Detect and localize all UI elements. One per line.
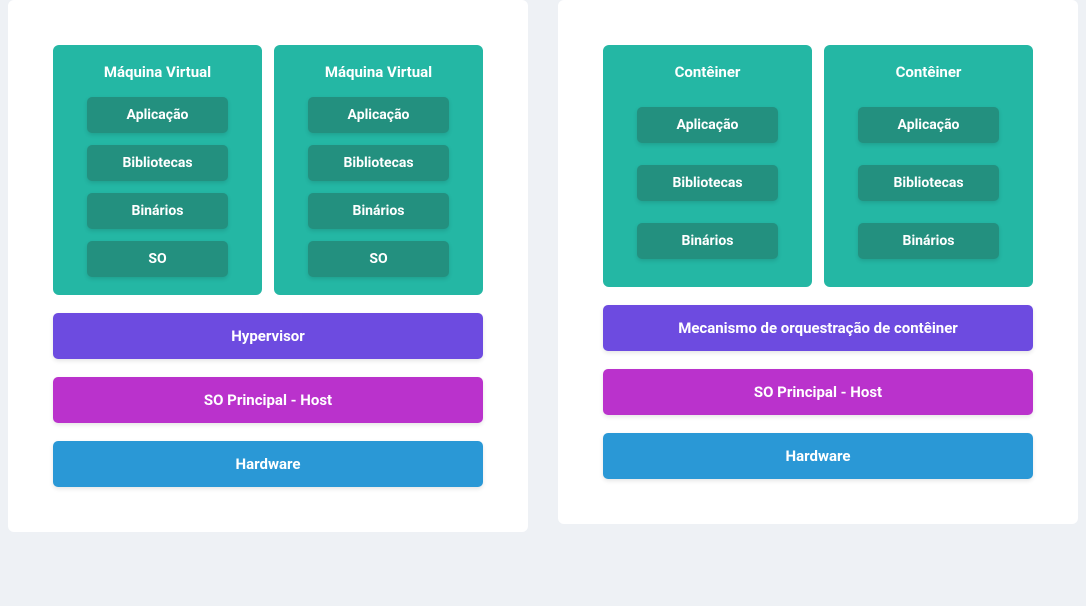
vm-box-1-title: Máquina Virtual [104, 63, 211, 81]
container-host-os-layer: SO Principal - Host [603, 369, 1033, 415]
container-box-2: Contêiner Aplicação Bibliotecas Binários [824, 45, 1033, 287]
vm-box-row: Máquina Virtual Aplicação Bibliotecas Bi… [53, 45, 483, 295]
container-panel: Contêiner Aplicação Bibliotecas Binários… [558, 0, 1078, 524]
hypervisor-layer: Hypervisor [53, 313, 483, 359]
container-hardware-layer: Hardware [603, 433, 1033, 479]
vm-box-2-bins: Binários [308, 193, 449, 229]
container-box-1-bins: Binários [637, 223, 778, 259]
orchestration-layer: Mecanismo de orquestração de contêiner [603, 305, 1033, 351]
container-box-2-app: Aplicação [858, 107, 999, 143]
container-box-2-title: Contêiner [896, 63, 962, 81]
vm-box-2: Máquina Virtual Aplicação Bibliotecas Bi… [274, 45, 483, 295]
vm-box-2-libs: Bibliotecas [308, 145, 449, 181]
vm-box-1-os: SO [87, 241, 228, 277]
container-box-1-libs: Bibliotecas [637, 165, 778, 201]
container-box-1: Contêiner Aplicação Bibliotecas Binários [603, 45, 812, 287]
vm-box-1: Máquina Virtual Aplicação Bibliotecas Bi… [53, 45, 262, 295]
vm-box-1-libs: Bibliotecas [87, 145, 228, 181]
vm-box-2-title: Máquina Virtual [325, 63, 432, 81]
vm-box-1-bins: Binários [87, 193, 228, 229]
vm-box-1-app: Aplicação [87, 97, 228, 133]
container-box-2-bins: Binários [858, 223, 999, 259]
container-box-1-title: Contêiner [675, 63, 741, 81]
vm-box-2-app: Aplicação [308, 97, 449, 133]
container-box-2-libs: Bibliotecas [858, 165, 999, 201]
vm-panel: Máquina Virtual Aplicação Bibliotecas Bi… [8, 0, 528, 532]
vm-hardware-layer: Hardware [53, 441, 483, 487]
vm-host-os-layer: SO Principal - Host [53, 377, 483, 423]
container-box-row: Contêiner Aplicação Bibliotecas Binários… [603, 45, 1033, 287]
vm-box-2-os: SO [308, 241, 449, 277]
container-box-1-app: Aplicação [637, 107, 778, 143]
